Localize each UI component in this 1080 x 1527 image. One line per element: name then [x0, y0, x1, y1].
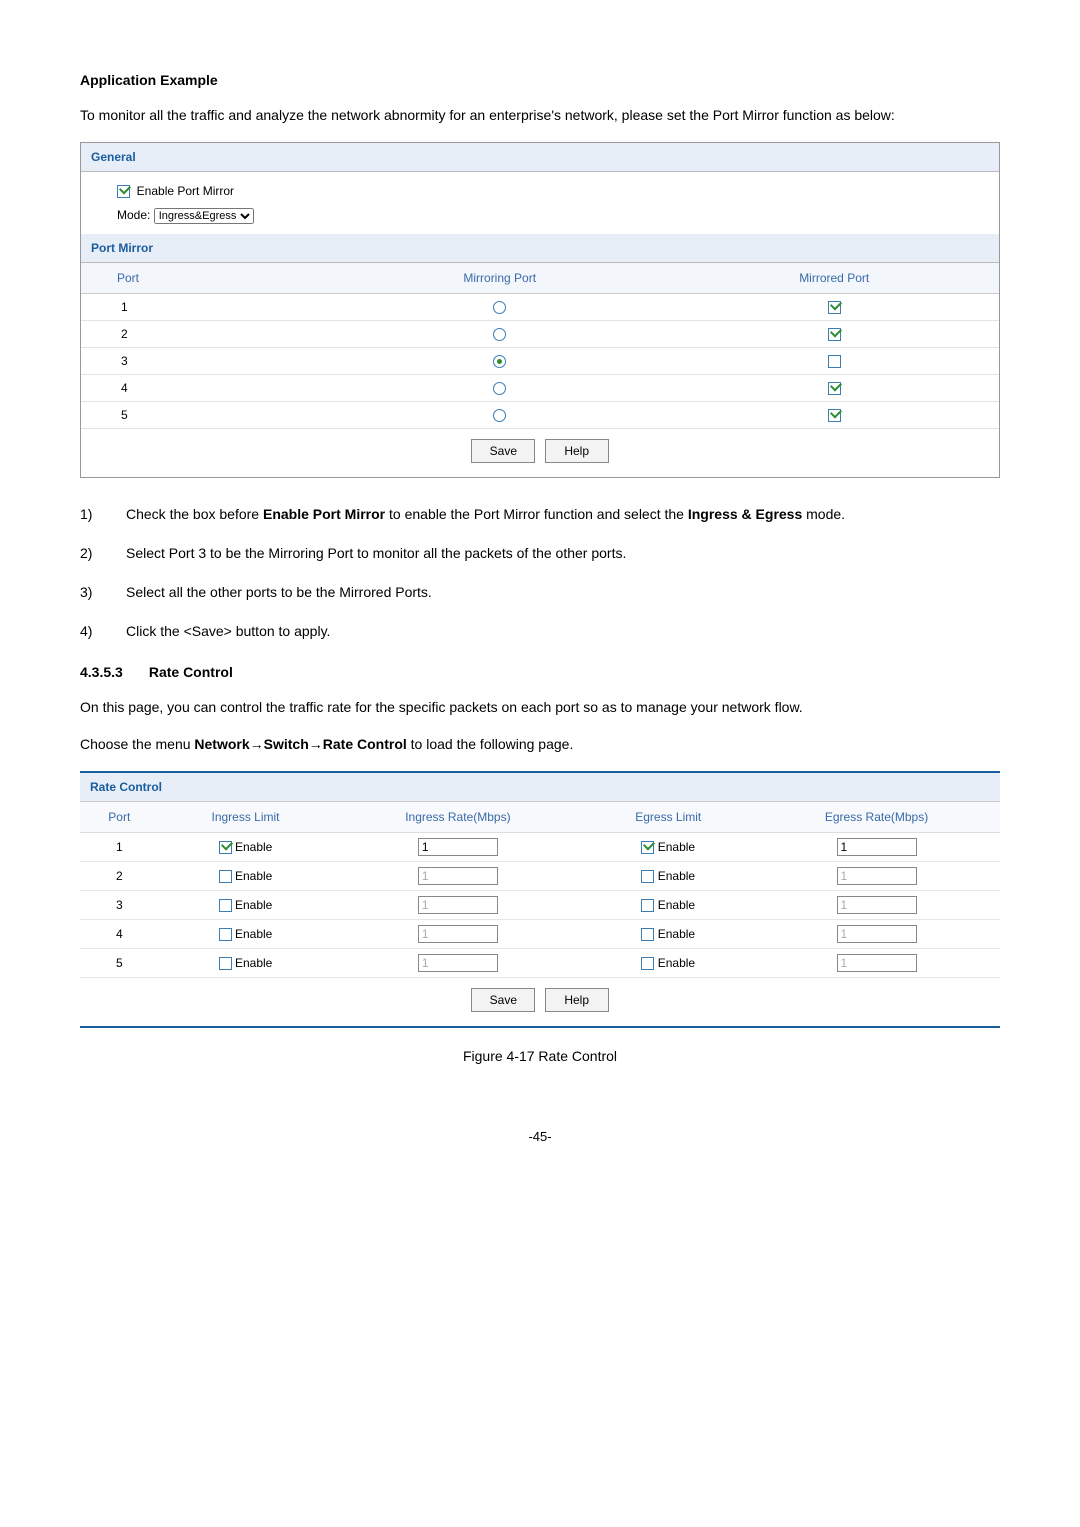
step-text: Click the <Save> button to apply.: [126, 621, 1000, 642]
rate-control-title: Rate Control: [80, 773, 1000, 802]
mirroring-port-radio[interactable]: [493, 328, 506, 341]
rc-th-egress-rate: Egress Rate(Mbps): [753, 802, 1000, 833]
mode-label: Mode:: [117, 208, 150, 222]
intro-paragraph: To monitor all the traffic and analyze t…: [80, 105, 1000, 126]
ingress-limit-checkbox[interactable]: [219, 841, 232, 854]
egress-limit-checkbox[interactable]: [641, 957, 654, 970]
egress-rate-input[interactable]: [837, 954, 917, 972]
table-row: 5: [81, 402, 999, 429]
enable-port-mirror-checkbox[interactable]: [117, 185, 130, 198]
rc-save-button[interactable]: Save: [471, 988, 535, 1012]
egress-rate-input[interactable]: [837, 838, 917, 856]
ingress-rate-input[interactable]: [418, 954, 498, 972]
port-mirror-table: Port Mirroring Port Mirrored Port 12345: [81, 263, 999, 429]
mirrored-port-checkbox[interactable]: [828, 355, 841, 368]
port-mirror-config-panel: General Enable Port Mirror Mode: Ingress…: [80, 142, 1000, 478]
step-number: 4): [80, 621, 126, 642]
mirroring-port-radio[interactable]: [493, 409, 506, 422]
egress-limit-checkbox[interactable]: [641, 899, 654, 912]
rate-control-menu-path: Choose the menu Network→Switch→Rate Cont…: [80, 734, 1000, 755]
enable-label: Enable: [235, 956, 272, 970]
table-row: 3 Enable Enable: [80, 891, 1000, 920]
enable-label: Enable: [658, 927, 695, 941]
ingress-limit-checkbox[interactable]: [219, 957, 232, 970]
mirrored-port-checkbox[interactable]: [828, 301, 841, 314]
rate-control-intro: On this page, you can control the traffi…: [80, 697, 1000, 718]
rate-control-panel: Rate Control Port Ingress Limit Ingress …: [80, 771, 1000, 1028]
rc-help-button[interactable]: Help: [545, 988, 609, 1012]
mirrored-port-checkbox[interactable]: [828, 382, 841, 395]
rate-control-table: Port Ingress Limit Ingress Rate(Mbps) Eg…: [80, 802, 1000, 978]
egress-rate-input[interactable]: [837, 896, 917, 914]
enable-label: Enable: [235, 927, 272, 941]
egress-rate-input[interactable]: [837, 867, 917, 885]
cell-port: 5: [80, 949, 159, 978]
cell-port: 2: [80, 862, 159, 891]
th-mirrored: Mirrored Port: [669, 263, 999, 294]
table-row: 1 Enable Enable: [80, 833, 1000, 862]
step-number: 1): [80, 504, 126, 525]
enable-label: Enable: [235, 869, 272, 883]
figure-caption: Figure 4-17 Rate Control: [80, 1046, 1000, 1067]
step-text: Check the box before Enable Port Mirror …: [126, 504, 1000, 525]
table-row: 2: [81, 321, 999, 348]
rc-th-ingress-limit: Ingress Limit: [159, 802, 333, 833]
rc-th-ingress-rate: Ingress Rate(Mbps): [332, 802, 583, 833]
enable-label: Enable: [658, 956, 695, 970]
egress-limit-checkbox[interactable]: [641, 870, 654, 883]
egress-rate-input[interactable]: [837, 925, 917, 943]
cell-port: 4: [80, 920, 159, 949]
rc-th-egress-limit: Egress Limit: [583, 802, 753, 833]
step-number: 3): [80, 582, 126, 603]
table-row: 4: [81, 375, 999, 402]
ingress-rate-input[interactable]: [418, 896, 498, 914]
th-port: Port: [81, 263, 330, 294]
ingress-rate-input[interactable]: [418, 925, 498, 943]
table-row: 2 Enable Enable: [80, 862, 1000, 891]
port-mirror-title: Port Mirror: [81, 234, 999, 263]
mirroring-port-radio[interactable]: [493, 382, 506, 395]
heading-rate-control: 4.3.5.3Rate Control: [80, 662, 1000, 683]
ingress-limit-checkbox[interactable]: [219, 928, 232, 941]
enable-label: Enable: [658, 898, 695, 912]
egress-limit-checkbox[interactable]: [641, 841, 654, 854]
table-row: 4 Enable Enable: [80, 920, 1000, 949]
step-number: 2): [80, 543, 126, 564]
enable-port-mirror-label: Enable Port Mirror: [137, 184, 234, 198]
step-text: Select Port 3 to be the Mirroring Port t…: [126, 543, 1000, 564]
ingress-rate-input[interactable]: [418, 867, 498, 885]
cell-port: 1: [80, 833, 159, 862]
cell-port: 5: [81, 402, 330, 429]
table-row: 5 Enable Enable: [80, 949, 1000, 978]
mirroring-port-radio[interactable]: [493, 301, 506, 314]
cell-port: 2: [81, 321, 330, 348]
enable-label: Enable: [658, 869, 695, 883]
enable-label: Enable: [235, 898, 272, 912]
general-title: General: [81, 143, 999, 172]
table-row: 3: [81, 348, 999, 375]
step-text: Select all the other ports to be the Mir…: [126, 582, 1000, 603]
help-button[interactable]: Help: [545, 439, 609, 463]
table-row: 1: [81, 294, 999, 321]
page-number: -45-: [80, 1127, 1000, 1147]
enable-port-mirror-row: Enable Port Mirror: [117, 184, 234, 198]
ingress-limit-checkbox[interactable]: [219, 870, 232, 883]
cell-port: 3: [81, 348, 330, 375]
cell-port: 1: [81, 294, 330, 321]
save-button[interactable]: Save: [471, 439, 535, 463]
ingress-rate-input[interactable]: [418, 838, 498, 856]
cell-port: 4: [81, 375, 330, 402]
enable-label: Enable: [235, 840, 272, 854]
mirroring-port-radio[interactable]: [493, 355, 506, 368]
mirrored-port-checkbox[interactable]: [828, 328, 841, 341]
enable-label: Enable: [658, 840, 695, 854]
rc-th-port: Port: [80, 802, 159, 833]
heading-application-example: Application Example: [80, 70, 1000, 91]
ingress-limit-checkbox[interactable]: [219, 899, 232, 912]
mirrored-port-checkbox[interactable]: [828, 409, 841, 422]
th-mirroring: Mirroring Port: [330, 263, 669, 294]
egress-limit-checkbox[interactable]: [641, 928, 654, 941]
cell-port: 3: [80, 891, 159, 920]
mode-select[interactable]: Ingress&Egress: [154, 208, 254, 224]
